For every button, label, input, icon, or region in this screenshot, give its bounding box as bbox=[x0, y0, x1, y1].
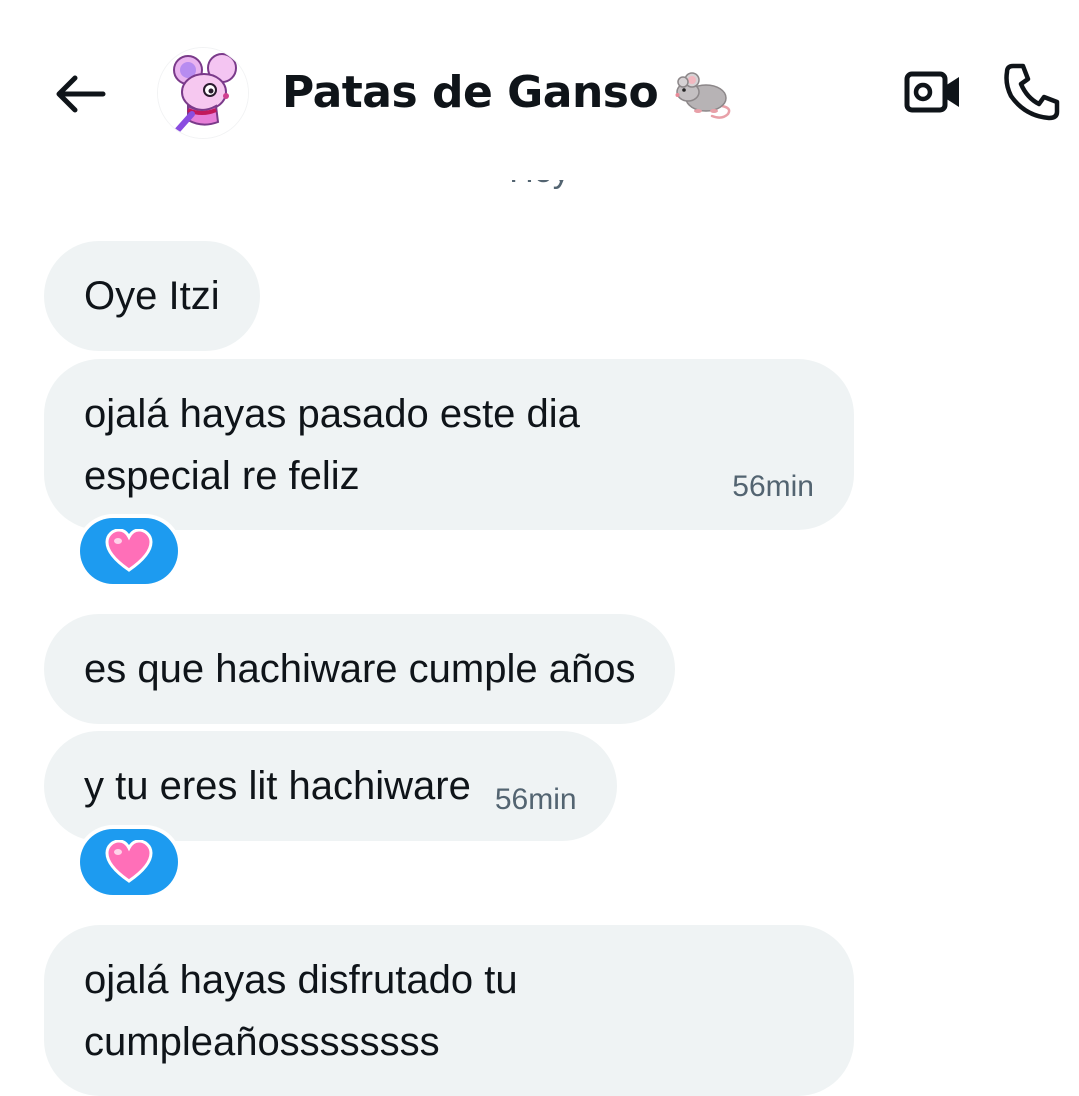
message-timestamp: 56min bbox=[732, 470, 814, 503]
voice-call-button[interactable] bbox=[996, 58, 1066, 124]
arrow-left-icon bbox=[56, 75, 106, 113]
message-bubble[interactable]: ojalá hayas pasado este dia especial re … bbox=[44, 359, 854, 530]
message-text-line: cumpleañossssssss bbox=[84, 1020, 440, 1064]
contact-name-text: Patas de Ganso bbox=[282, 66, 659, 118]
message-bubble[interactable]: Oye Itzi bbox=[44, 241, 260, 351]
conversation-header: Patas de Ganso bbox=[0, 0, 1079, 180]
reaction-badge[interactable] bbox=[80, 829, 178, 895]
pink-heart-icon bbox=[105, 840, 153, 883]
mouse-emoji-icon bbox=[672, 64, 734, 120]
phone-icon bbox=[1004, 63, 1060, 121]
video-call-button[interactable] bbox=[898, 62, 968, 122]
contact-name[interactable]: Patas de Ganso bbox=[282, 60, 734, 124]
message-text-line: ojalá hayas disfrutado tu bbox=[84, 958, 518, 1002]
message-text: y tu eres lit hachiware bbox=[84, 764, 471, 808]
pink-heart-icon bbox=[105, 529, 153, 572]
message-text-line: especial re feliz bbox=[84, 454, 360, 498]
message-bubble[interactable]: es que hachiware cumple años bbox=[44, 614, 676, 724]
message-timestamp: 56min bbox=[494, 783, 577, 816]
message-text: Oye Itzi bbox=[84, 274, 220, 318]
avatar[interactable] bbox=[158, 48, 248, 138]
reaction-badge[interactable] bbox=[80, 518, 178, 584]
message-text-line: ojalá hayas pasado este dia bbox=[84, 392, 580, 436]
message-bubble[interactable]: y tu eres lit hachiware 56min bbox=[44, 731, 617, 841]
pink-mouse-avatar-icon bbox=[158, 48, 248, 138]
message-text: es que hachiware cumple años bbox=[84, 647, 636, 691]
video-camera-icon bbox=[904, 71, 959, 113]
back-button[interactable] bbox=[48, 64, 112, 124]
message-bubble[interactable]: ojalá hayas disfrutado tu cumpleañosssss… bbox=[44, 925, 854, 1096]
